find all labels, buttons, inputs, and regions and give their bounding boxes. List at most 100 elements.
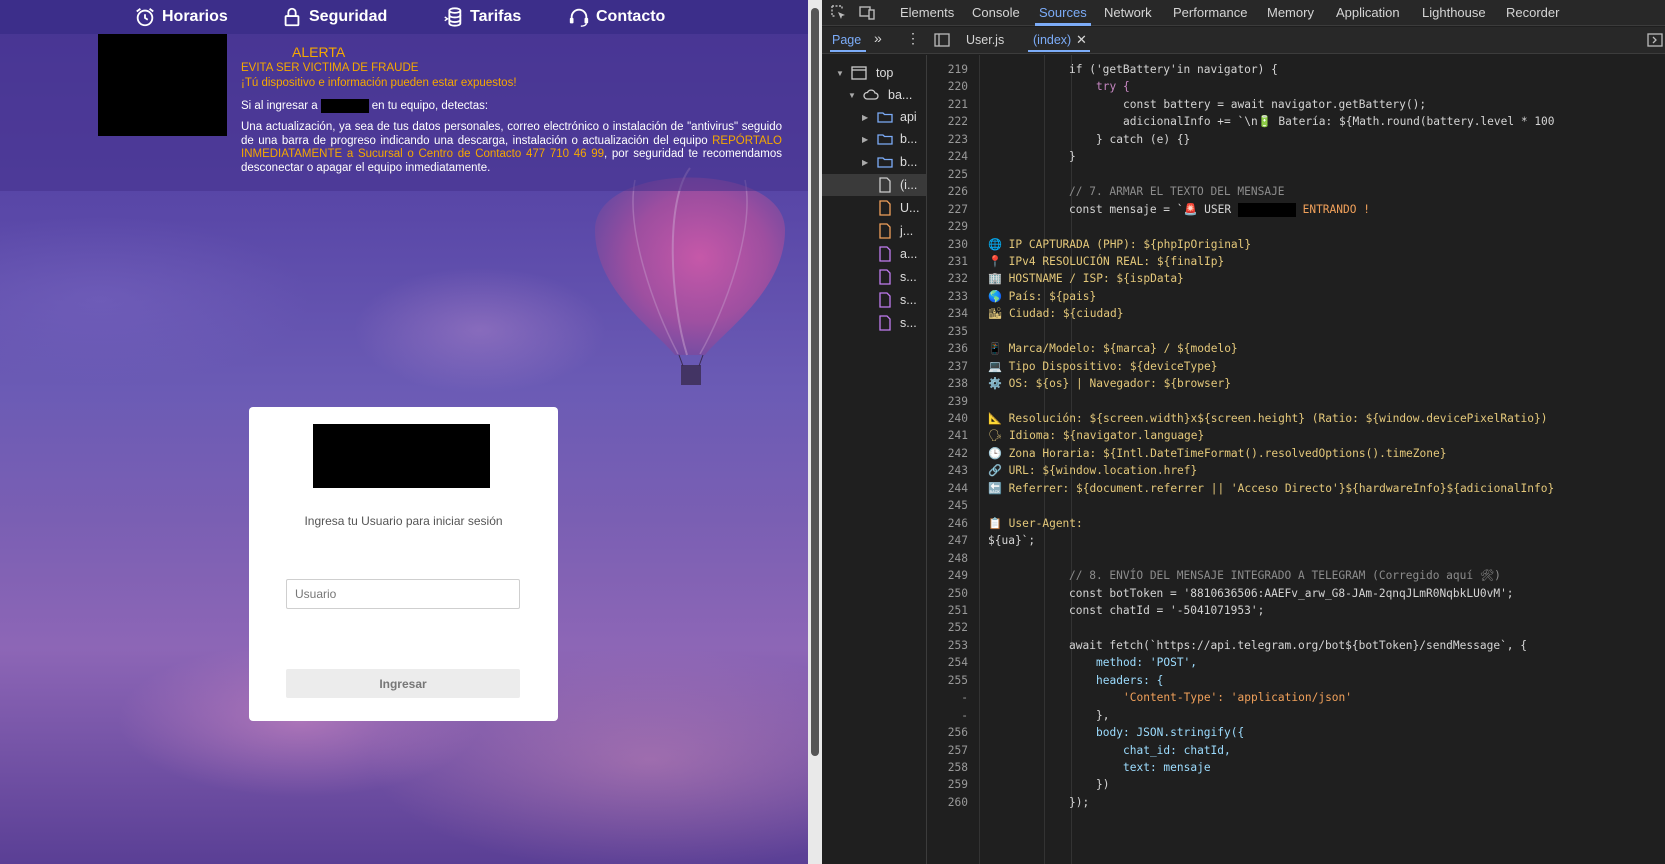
tab-console[interactable]: Console	[972, 5, 1020, 20]
folder-icon	[877, 157, 893, 168]
line-number[interactable]: 247	[928, 532, 968, 550]
kebab-menu-icon[interactable]: ⋮	[906, 30, 920, 47]
line-number[interactable]: 231	[928, 253, 968, 271]
line-number[interactable]: 232	[928, 270, 968, 288]
line-number[interactable]: 241	[928, 427, 968, 445]
line-number[interactable]: 252	[928, 619, 968, 637]
close-tab-icon[interactable]: ✕	[1076, 32, 1087, 48]
line-number[interactable]: 250	[928, 585, 968, 603]
tab-lighthouse[interactable]: Lighthouse	[1422, 5, 1486, 20]
tree-item-file[interactable]: U...	[822, 197, 926, 219]
code-text: const mensaje = `🚨 USER ENTRANDO !	[1069, 201, 1370, 219]
document-icon	[879, 177, 891, 193]
nav-tarifas[interactable]: Tarifas	[442, 4, 521, 30]
code-editor[interactable]: 219 if ('getBattery'in navigator) {220 try…	[928, 55, 1665, 864]
nav-contacto[interactable]: Contacto	[568, 4, 665, 30]
inspect-element-icon[interactable]	[830, 4, 848, 22]
line-number[interactable]: 229	[928, 218, 968, 236]
line-number[interactable]: 258	[928, 759, 968, 777]
more-tabs-icon[interactable]: »	[874, 30, 882, 46]
line-number[interactable]: 245	[928, 497, 968, 515]
line-number[interactable]: 226	[928, 183, 968, 201]
line-number[interactable]: 240	[928, 410, 968, 428]
alarm-clock-icon	[136, 8, 154, 27]
file-tab-userjs[interactable]: User.js	[966, 33, 1004, 47]
line-number[interactable]: 233	[928, 288, 968, 306]
line-number[interactable]: 230	[928, 236, 968, 254]
line-number[interactable]: 221	[928, 96, 968, 114]
line-number[interactable]: 234	[928, 305, 968, 323]
line-number[interactable]: 253	[928, 637, 968, 655]
device-toolbar-icon[interactable]	[858, 4, 876, 22]
file-tab-index[interactable]: (index)	[1033, 33, 1071, 47]
line-number[interactable]: 235	[928, 323, 968, 341]
username-input[interactable]	[286, 579, 520, 609]
line-number[interactable]: 219	[928, 61, 968, 79]
login-prompt: Ingresa tu Usuario para iniciar sesión	[304, 514, 503, 528]
line-number[interactable]: 260	[928, 794, 968, 812]
tree-item-domain[interactable]: ▼ ba...	[822, 84, 926, 106]
line-number[interactable]: 238	[928, 375, 968, 393]
line-number[interactable]: 255	[928, 672, 968, 690]
line-number[interactable]: 223	[928, 131, 968, 149]
tree-item-top[interactable]: ▼ top	[822, 62, 926, 84]
tree-item-file[interactable]: s...	[822, 266, 926, 288]
code-text: 🔙 Referrer: ${document.referrer || 'Acce…	[988, 481, 1555, 495]
code-text: const chatId = '-5041071953';	[1069, 603, 1265, 617]
line-number[interactable]: 242	[928, 445, 968, 463]
tree-item-folder[interactable]: ▶ b...	[822, 128, 926, 150]
line-number[interactable]: 256	[928, 724, 968, 742]
line-number[interactable]: 224	[928, 148, 968, 166]
line-number[interactable]: 227	[928, 201, 968, 219]
tree-item-label: (i...	[900, 178, 918, 192]
tree-item-file-selected[interactable]: (i...	[822, 174, 926, 196]
tab-page[interactable]: Page	[832, 33, 861, 47]
line-number[interactable]: 259	[928, 776, 968, 794]
tab-network[interactable]: Network	[1104, 5, 1152, 20]
tab-recorder[interactable]: Recorder	[1506, 5, 1559, 20]
tab-application[interactable]: Application	[1336, 5, 1400, 20]
login-submit-button[interactable]: Ingresar	[286, 669, 520, 698]
nav-contacto-label: Contacto	[596, 8, 666, 25]
code-text: try {	[1096, 80, 1130, 94]
nav-horarios[interactable]: Horarios	[134, 4, 228, 30]
code-line: -},	[928, 707, 1665, 725]
line-number[interactable]: 225	[928, 166, 968, 184]
code-line: 221 const battery = await navigator.getBa…	[928, 96, 1665, 114]
line-number[interactable]: 246	[928, 515, 968, 533]
line-number[interactable]: 239	[928, 393, 968, 411]
tree-item-file[interactable]: s...	[822, 289, 926, 311]
tree-item-folder[interactable]: ▶ b...	[822, 151, 926, 173]
alert-instruction: Si al ingresar a en tu equipo, detectas:	[241, 99, 488, 113]
page-scrollbar[interactable]	[808, 0, 822, 864]
script-file-icon	[879, 200, 891, 216]
toggle-navigator-icon[interactable]	[934, 33, 950, 47]
line-number[interactable]: 257	[928, 742, 968, 760]
nav-seguridad[interactable]: Seguridad	[281, 4, 387, 30]
line-number[interactable]: -	[928, 689, 968, 707]
code-line: 259})	[928, 776, 1665, 794]
tree-item-file[interactable]: j...	[822, 220, 926, 242]
tree-item-file[interactable]: a...	[822, 243, 926, 265]
tab-performance[interactable]: Performance	[1173, 5, 1247, 20]
line-number[interactable]: 222	[928, 113, 968, 131]
line-number[interactable]: 236	[928, 340, 968, 358]
line-number[interactable]: 237	[928, 358, 968, 376]
tab-elements[interactable]: Elements	[900, 5, 954, 20]
page-scrollbar-thumb[interactable]	[811, 8, 819, 756]
line-number[interactable]: 244	[928, 480, 968, 498]
toggle-debugger-icon[interactable]	[1647, 33, 1663, 47]
line-number[interactable]: 243	[928, 462, 968, 480]
tab-memory[interactable]: Memory	[1267, 5, 1314, 20]
tab-sources[interactable]: Sources	[1039, 5, 1087, 20]
line-number[interactable]: 254	[928, 654, 968, 672]
line-number[interactable]: 248	[928, 550, 968, 568]
line-number[interactable]: 249	[928, 567, 968, 585]
code-text: adicionalInfo += `\n🔋 Batería: ${Math.ro…	[1123, 115, 1555, 129]
line-number[interactable]: 251	[928, 602, 968, 620]
tree-item-file[interactable]: s...	[822, 312, 926, 334]
tree-item-folder[interactable]: ▶ api	[822, 106, 926, 128]
nav-seguridad-label: Seguridad	[309, 8, 388, 25]
line-number[interactable]: -	[928, 707, 968, 725]
line-number[interactable]: 220	[928, 78, 968, 96]
